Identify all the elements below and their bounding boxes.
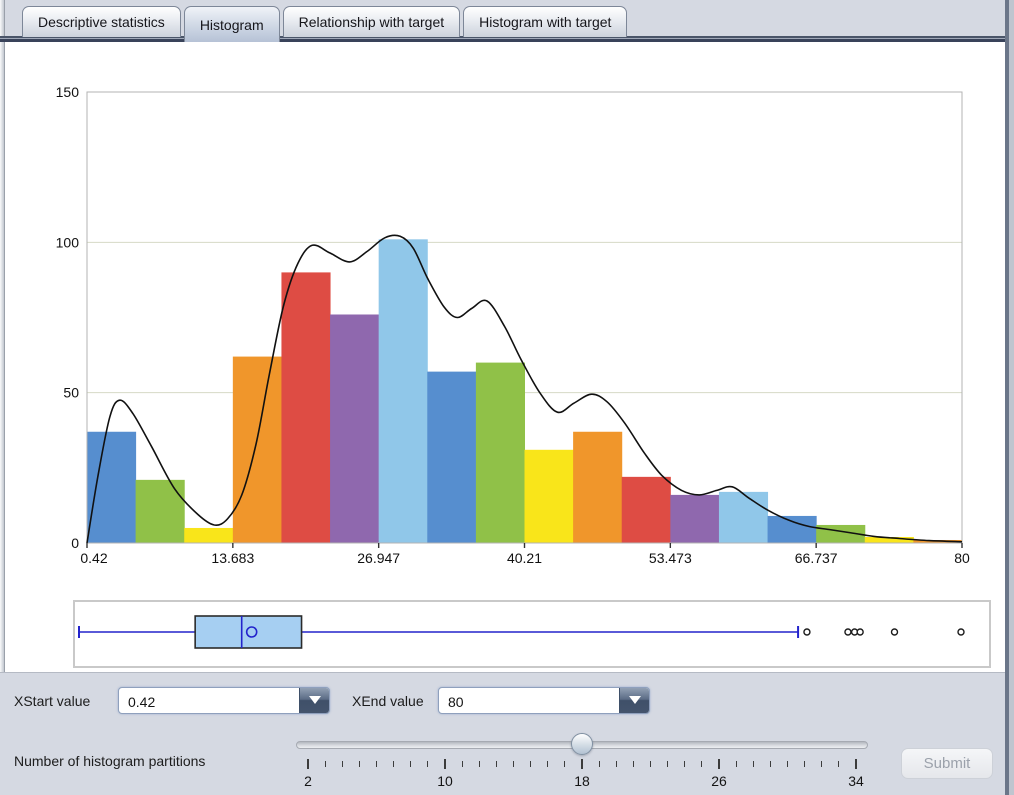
slider-minor-tick [752,761,754,767]
slider-major-tick [718,759,720,769]
histogram-bar [670,494,720,543]
slider-major-tick [307,759,309,769]
tab-histogram-with-target[interactable]: Histogram with target [463,6,628,37]
slider-minor-tick [341,761,343,767]
histogram-bar [184,527,234,543]
tab-histogram[interactable]: Histogram [183,6,280,42]
histogram-bar [718,491,769,543]
slider-minor-tick [632,761,634,767]
slider-minor-tick [410,761,412,767]
partitions-slider[interactable]: 2 10 18 26 34 [296,731,868,791]
slider-major-tick [444,759,446,769]
slider-minor-tick [804,761,806,767]
slider-minor-tick [547,761,549,767]
xend-combobox[interactable]: 80 [438,687,650,714]
boxplot-outlier [890,628,899,636]
histogram-bar [330,314,380,543]
slider-minor-tick [478,761,480,767]
x-axis-tick-label: 0.42 [80,550,107,566]
x-axis-tick-label: 13.683 [211,550,254,566]
xstart-dropdown-button[interactable] [299,688,329,713]
partitions-label: Number of histogram partitions [14,753,206,769]
left-splitter-handle[interactable] [0,0,5,672]
slider-minor-tick [701,761,703,767]
chevron-down-icon [629,696,641,704]
x-axis-tick-label: 40.21 [507,550,542,566]
slider-minor-tick [495,761,497,767]
slider-tick-label: 10 [437,773,453,789]
histogram-bar [87,431,137,543]
xstart-value: 0.42 [128,694,156,710]
slider-minor-tick [513,761,514,767]
boxplot-box [194,615,303,649]
histogram-bar [621,476,671,543]
slider-minor-tick [598,761,600,767]
controls-panel: XStart value 0.42 XEnd value 80 Number o… [0,672,1005,795]
histogram-bar [573,431,623,543]
boxplot-outlier [856,628,864,636]
histogram-bar [427,371,477,543]
histogram-bar [475,362,525,543]
y-axis-tick-label: 0 [71,535,79,551]
slider-minor-tick [461,761,463,767]
y-axis-tick-label: 50 [63,385,79,401]
slider-thumb[interactable] [571,733,593,755]
slider-minor-tick [376,761,377,767]
boxplot-panel [73,600,991,668]
histogram-bar [378,239,428,543]
slider-minor-tick [324,761,326,767]
slider-minor-tick [787,761,788,767]
histogram-bar [232,356,282,543]
slider-tick-label: 18 [574,773,590,789]
slider-tick-label: 26 [711,773,727,789]
histogram-bar [135,479,185,543]
x-axis-tick-label: 26.947 [357,550,400,566]
slider-tick-label: 34 [848,773,864,789]
slider-minor-tick [650,761,651,767]
slider-minor-tick [735,761,737,767]
slider-minor-tick [769,761,771,767]
tab-descriptive-statistics[interactable]: Descriptive statistics [22,6,181,37]
x-axis-tick-label: 53.473 [649,550,692,566]
xstart-combobox[interactable]: 0.42 [118,687,330,714]
xend-value: 80 [448,694,464,710]
histogram-chart: 0 50 100 150 0.42 13.683 26.947 40.21 53.473 66.7… [56,84,970,566]
slider-minor-tick [530,761,532,767]
tab-relationship-with-target[interactable]: Relationship with target [282,6,461,37]
window-right-edge [1009,0,1014,795]
slider-major-tick [581,759,583,769]
tab-strip: Descriptive statistics Histogram Relatio… [22,6,628,42]
slider-minor-tick [393,761,395,767]
slider-minor-tick [615,761,617,767]
boxplot-outlier [803,628,811,636]
boxplot-outlier [844,628,852,636]
submit-button[interactable]: Submit [901,748,993,779]
xend-label: XEnd value [352,693,424,709]
slider-minor-tick [667,761,669,767]
histogram-bar [767,515,817,543]
histogram-bar [281,272,331,543]
boxplot-chart [78,615,965,649]
chevron-down-icon [309,696,321,704]
xend-dropdown-button[interactable] [619,688,649,713]
slider-major-tick [855,759,857,769]
slider-minor-tick [821,761,823,767]
boxplot-outlier [957,628,965,636]
slider-minor-tick [427,761,429,767]
xstart-label: XStart value [14,693,91,709]
slider-minor-tick [358,761,360,767]
x-axis-tick-label: 66.737 [795,550,838,566]
page-root: Descriptive statistics Histogram Relatio… [0,0,1014,795]
slider-minor-tick [684,761,686,767]
slider-tick-label: 2 [304,773,312,789]
histogram-bar [524,449,574,543]
slider-minor-tick [564,761,566,767]
slider-minor-tick [838,761,840,767]
y-axis-tick-label: 150 [56,84,80,100]
y-axis-tick-label: 100 [56,234,80,250]
x-axis-tick-label: 80 [954,550,970,566]
